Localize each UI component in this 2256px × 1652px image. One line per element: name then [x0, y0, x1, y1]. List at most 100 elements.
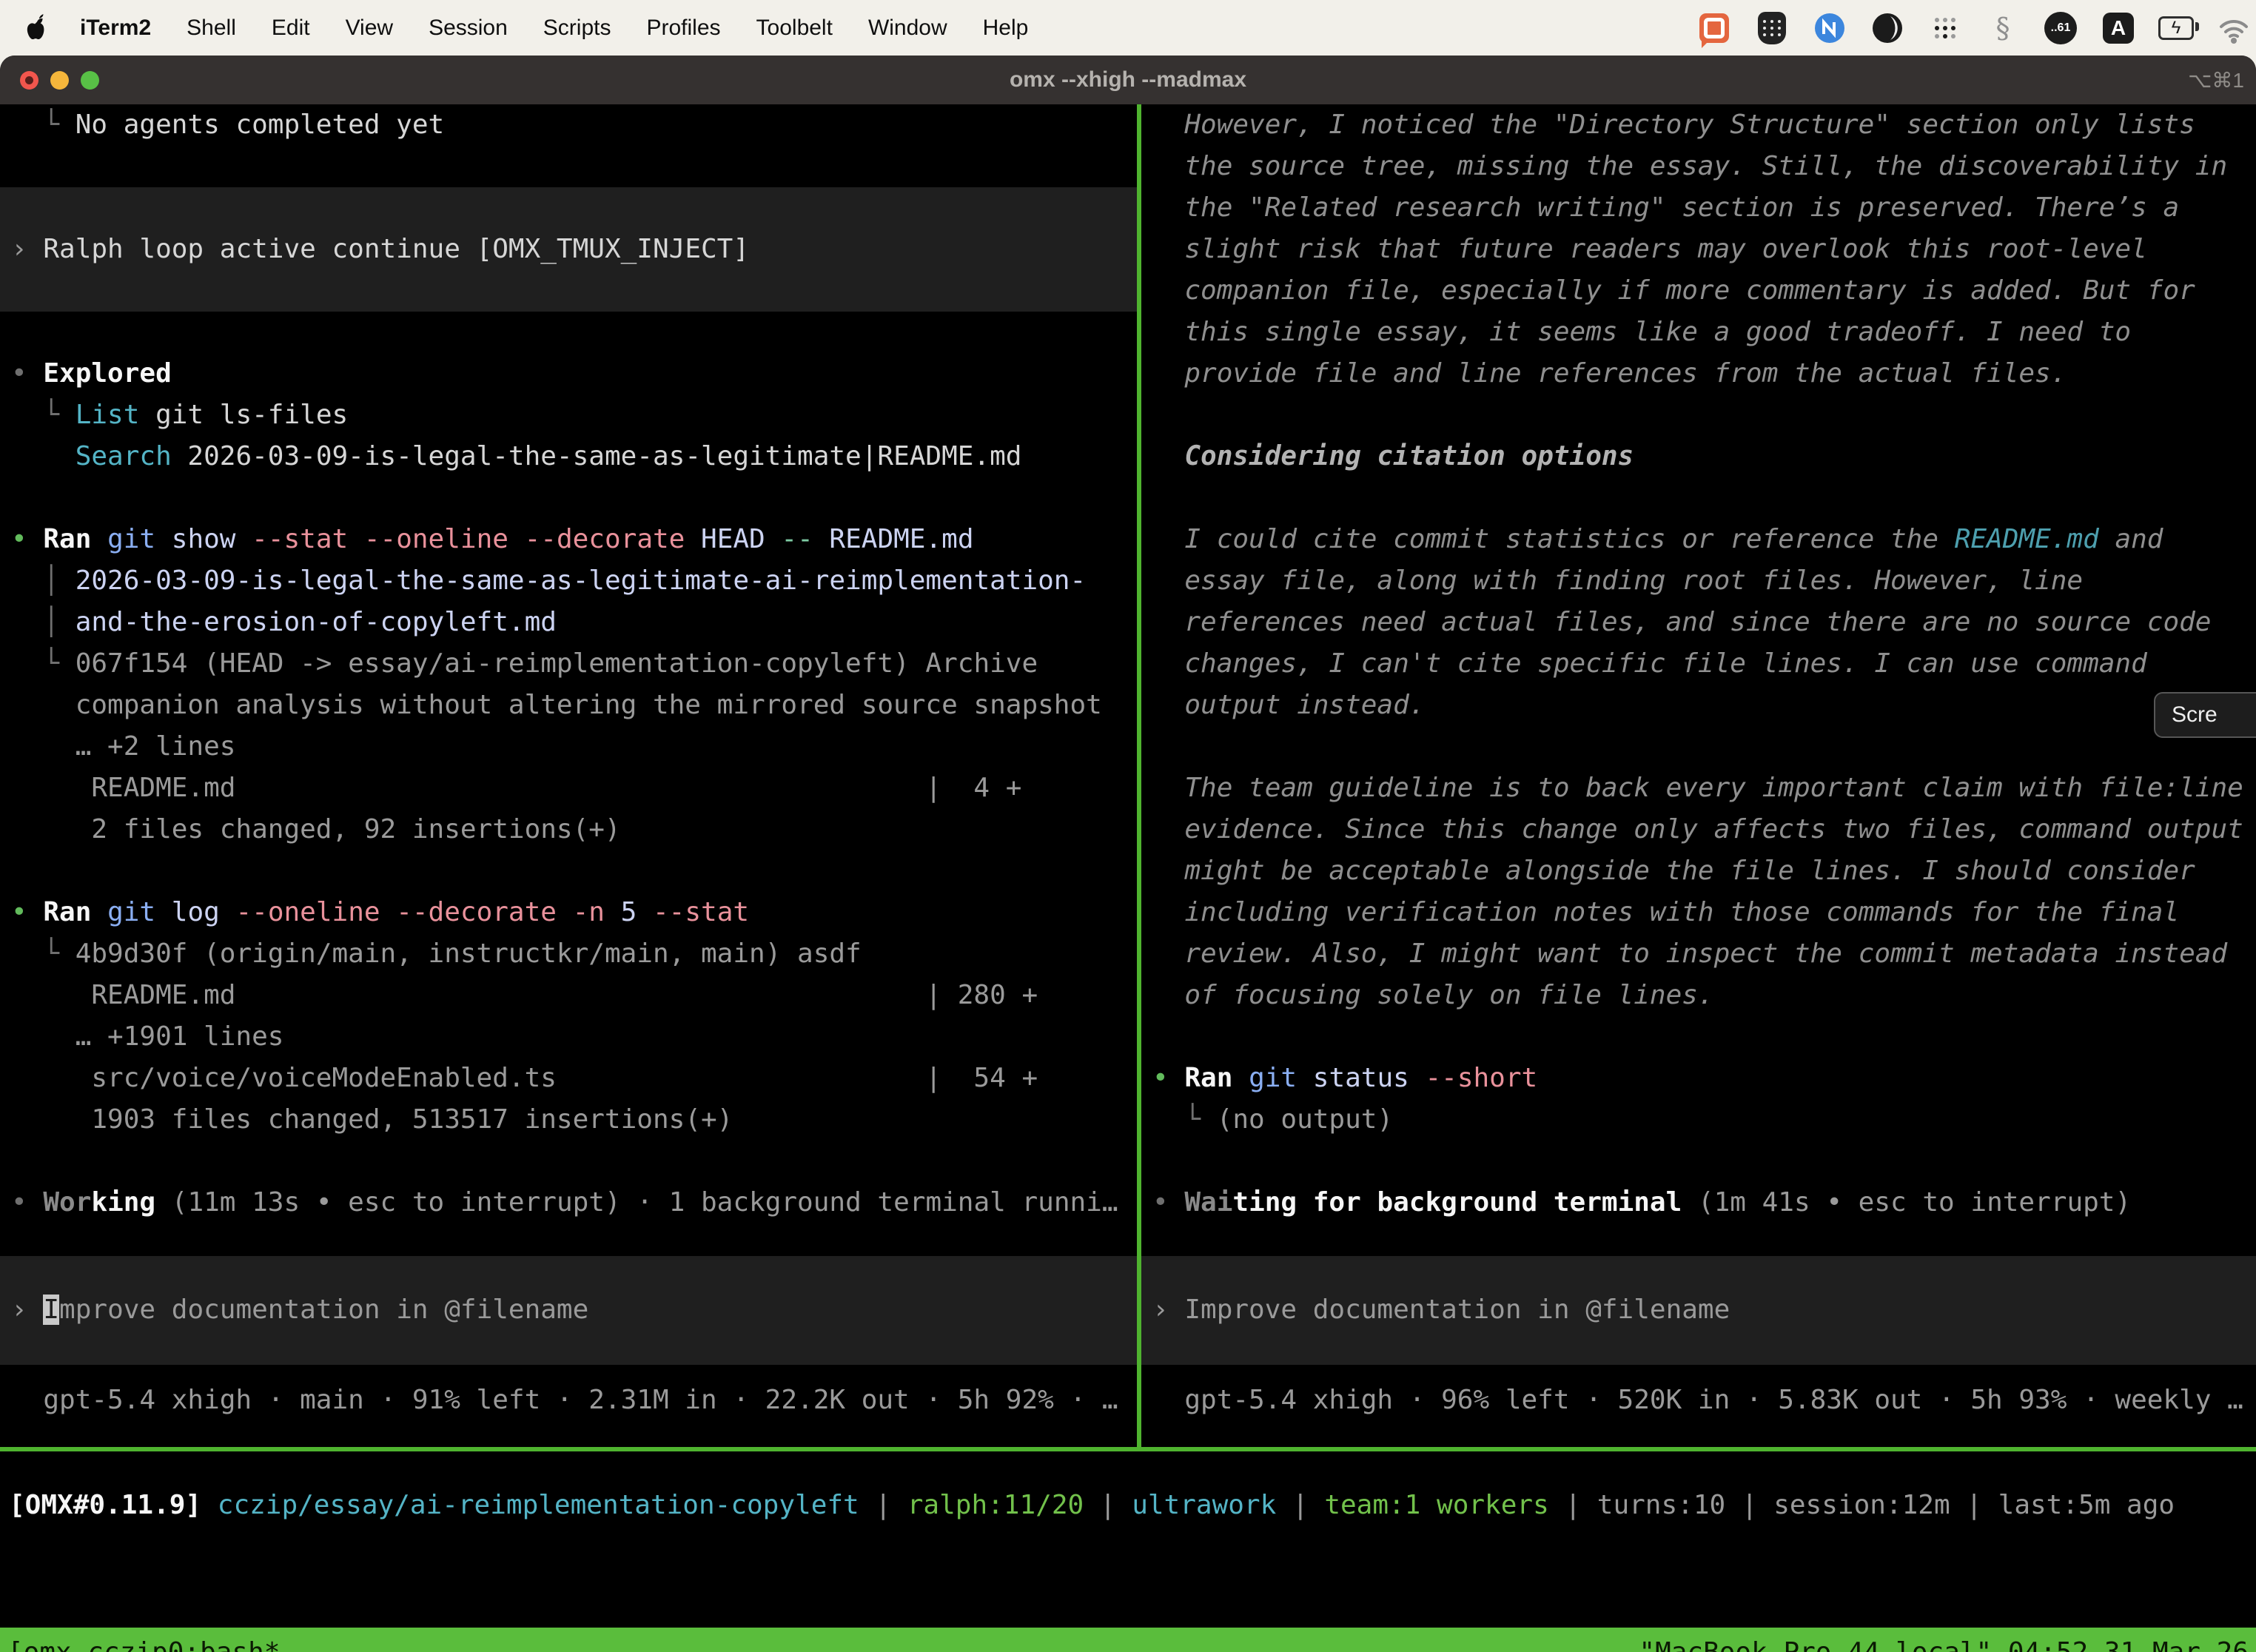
- text-segment: List: [75, 400, 140, 430]
- waiting-status-line: • Waiting for background terminal (1m 41…: [1152, 1182, 2256, 1223]
- reasoning-line: I could cite commit statistics or refere…: [1152, 519, 2256, 560]
- menu-item-profiles[interactable]: Profiles: [646, 16, 720, 41]
- text-segment: •: [11, 897, 43, 927]
- text-segment: gpt-5.4 xhigh · main · 91% left · 2.31M …: [11, 1385, 1118, 1415]
- text-segment: However, I noticed the "Directory Struct…: [1152, 110, 2195, 140]
- text-segment: README.md | 4 +: [11, 773, 1021, 803]
- terminal-line: [1152, 726, 2256, 768]
- stat-line: src/voice/voiceModeEnabled.ts | 54 +: [11, 1058, 1137, 1099]
- text-segment: git: [1232, 1063, 1297, 1093]
- menu-bar: iTerm2 Shell Edit View Session Scripts Profile…: [0, 0, 2256, 56]
- text-segment: •: [11, 358, 43, 389]
- text-segment: [1152, 1021, 1169, 1052]
- menu-item-scripts[interactable]: Scripts: [543, 16, 611, 41]
- text-segment: status: [1297, 1063, 1409, 1093]
- screen-notification-button[interactable]: Scre: [2154, 692, 2256, 738]
- stat-summary: 2 files changed, 92 insertions(+): [11, 809, 1137, 850]
- text-segment: └: [1152, 1104, 1217, 1135]
- spacer: [11, 1223, 1137, 1256]
- reasoning-line: slight risk that future readers may over…: [1152, 229, 2256, 270]
- prompt-input[interactable]: › Improve documentation in @filename: [1141, 1256, 2256, 1365]
- text-segment: [11, 856, 27, 886]
- text-segment: [1152, 483, 1169, 513]
- text-segment: Ran: [43, 897, 91, 927]
- text-segment: 2 files changed, 92 insertions(+): [11, 814, 621, 845]
- text-segment: (no output): [1217, 1104, 1393, 1135]
- omx-status-segment: last:5m ago: [1998, 1490, 2175, 1520]
- status-icons: § ..61 A ϟ: [1696, 10, 2252, 46]
- screenshot-app-icon[interactable]: [1696, 10, 1732, 46]
- omx-status-segment: [OMX#0.11.9]: [9, 1490, 218, 1520]
- reasoning-line: The team guideline is to back every impo…: [1152, 768, 2256, 809]
- crescent-circle-icon[interactable]: [1870, 10, 1905, 46]
- reasoning-line: output instead.: [1152, 685, 2256, 726]
- text-segment: ›: [11, 234, 43, 264]
- title-bar[interactable]: omx --xhigh --madmax ⌥⌘1: [0, 56, 2256, 104]
- text-segment: 1903 files changed, 513517 insertions(+): [11, 1104, 733, 1135]
- dots-grid-icon[interactable]: [1927, 10, 1963, 46]
- text-segment: •: [11, 1187, 43, 1218]
- apple-menu-icon[interactable]: [25, 14, 49, 42]
- menu-item-toolbelt[interactable]: Toolbelt: [756, 16, 833, 41]
- text-segment: essay file, along with finding root file…: [1152, 565, 2083, 596]
- explored-list-line: └ List git ls-files: [11, 394, 1137, 436]
- tmux-host-clock: "MacBook-Pro-44.local" 04:52 31-Mar-26: [1639, 1637, 2249, 1652]
- reasoning-line: evidence. Since this change only affects…: [1152, 809, 2256, 850]
- reasoning-line: review. Also, I might want to inspect th…: [1152, 933, 2256, 975]
- text-segment: show: [155, 524, 235, 554]
- reasoning-line: of focusing solely on file lines.: [1152, 975, 2256, 1016]
- menu-item-shell[interactable]: Shell: [187, 16, 236, 41]
- right-terminal-pane[interactable]: However, I noticed the "Directory Struct…: [1141, 104, 2256, 1447]
- battery-icon[interactable]: ϟ: [2158, 10, 2194, 46]
- text-segment: └: [11, 110, 75, 140]
- a-square-icon[interactable]: A: [2101, 10, 2136, 46]
- text-segment: Ran: [43, 524, 91, 554]
- text-segment: git: [91, 524, 155, 554]
- menu-item-view[interactable]: View: [346, 16, 393, 41]
- text-segment: --short: [1409, 1063, 1537, 1093]
- terminal-line: [1152, 394, 2256, 436]
- badge-61-icon[interactable]: ..61: [2043, 10, 2078, 46]
- text-segment: output instead.: [1152, 690, 1425, 720]
- text-segment: 067f154 (HEAD -> essay/ai-reimplementati…: [75, 648, 1038, 679]
- spacer: [1152, 1223, 2256, 1256]
- commit-line-wrap: companion analysis without altering the …: [11, 685, 1137, 726]
- text-segment: king: [91, 1187, 155, 1218]
- text-segment: Ran: [1184, 1063, 1232, 1093]
- prompt-input[interactable]: › Improve documentation in @filename: [0, 1256, 1137, 1365]
- text-segment: --oneline --decorate -n: [220, 897, 605, 927]
- omx-status-segment: |: [1725, 1490, 1773, 1520]
- session-status-line: gpt-5.4 xhigh · main · 91% left · 2.31M …: [11, 1380, 1137, 1421]
- text-segment: •: [11, 524, 43, 554]
- menu-item-session[interactable]: Session: [429, 16, 508, 41]
- spacer: [1152, 1365, 2256, 1380]
- text-segment: README.md | 280 +: [11, 980, 1038, 1010]
- command-git-status: • Ran git status --short: [1152, 1058, 2256, 1099]
- menu-item-window[interactable]: Window: [868, 16, 947, 41]
- wifi-icon[interactable]: [2216, 10, 2252, 46]
- reasoning-line: changes, I can't cite specific file line…: [1152, 643, 2256, 685]
- text-segment: (11m 13s • esc to interrupt) · 1 backgro…: [155, 1187, 1118, 1218]
- text-segment: › Improve documentation in @filename: [1152, 1295, 1730, 1325]
- left-terminal-pane[interactable]: └ No agents completed yet › Ralph loop a…: [0, 104, 1137, 1447]
- menu-item-iterm2[interactable]: iTerm2: [80, 16, 151, 41]
- menu-item-help[interactable]: Help: [983, 16, 1029, 41]
- screen-notification-label: Scre: [2172, 702, 2218, 728]
- keypad-shield-icon[interactable]: [1754, 10, 1790, 46]
- blue-badge-icon[interactable]: [1812, 10, 1847, 46]
- text-segment: [1152, 1146, 1169, 1176]
- text-segment: companion analysis without altering the …: [11, 690, 1102, 720]
- menu-item-edit[interactable]: Edit: [272, 16, 310, 41]
- text-segment: review. Also, I might want to inspect th…: [1152, 939, 2227, 969]
- spacer: [11, 1365, 1137, 1380]
- explored-header: • Explored: [11, 353, 1137, 394]
- text-segment: including verification notes with those …: [1152, 897, 2179, 927]
- reasoning-line: essay file, along with finding root file…: [1152, 560, 2256, 602]
- text-segment: The team guideline is to back every impo…: [1152, 773, 2243, 803]
- text-segment: └: [11, 648, 75, 679]
- squiggle-icon[interactable]: §: [1985, 10, 2021, 46]
- text-segment: Ralph loop active continue [OMX_TMUX_INJ…: [43, 234, 749, 264]
- omx-status-segment: cczip/essay/ai-reimplementation-copyleft: [218, 1490, 859, 1520]
- text-segment: of focusing solely on file lines.: [1152, 980, 1714, 1010]
- omx-status-line: [OMX#0.11.9] cczip/essay/ai-reimplementa…: [9, 1485, 2256, 1526]
